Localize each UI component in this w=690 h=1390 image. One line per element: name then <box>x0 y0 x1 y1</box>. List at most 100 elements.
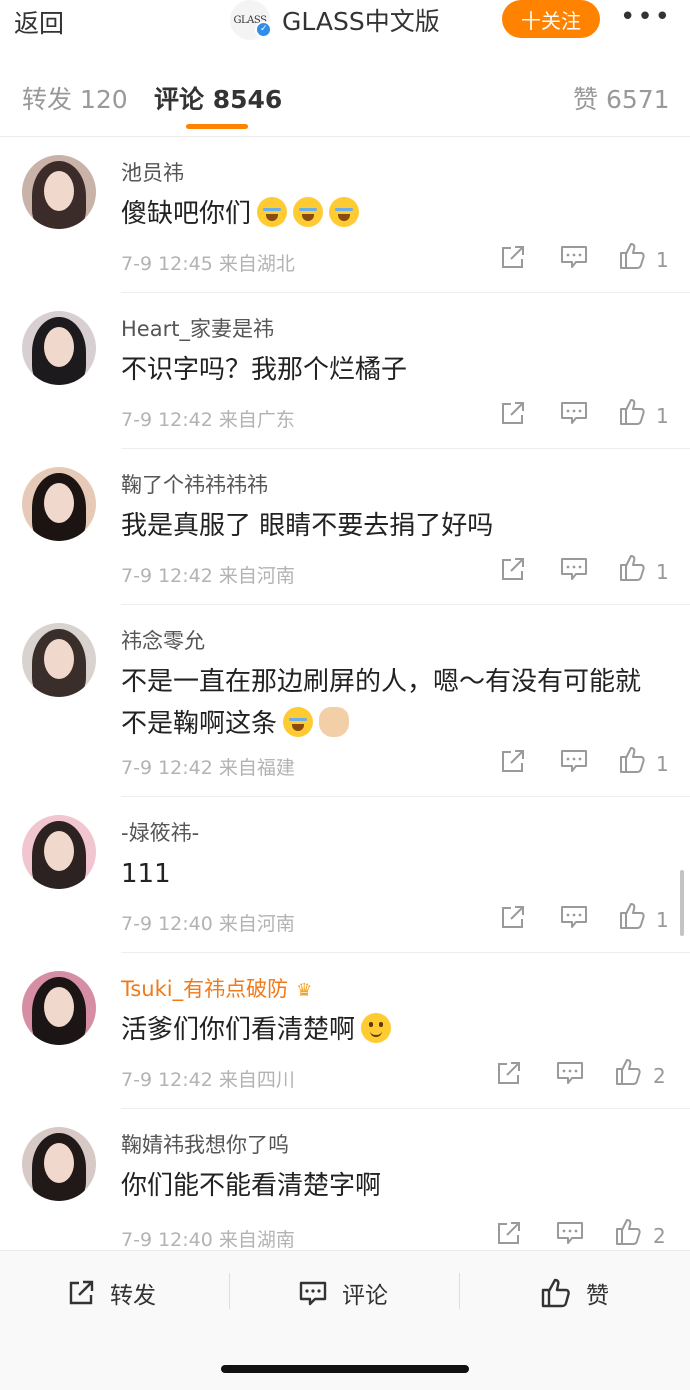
reply-icon[interactable] <box>560 244 588 274</box>
comment-label: 评论 <box>342 1283 388 1309</box>
reply-icon[interactable] <box>560 400 588 430</box>
laugh-cry-emoji-icon <box>257 197 288 227</box>
comment-username[interactable]: 池员祎 <box>121 157 184 187</box>
comment-text: 我是真服了 眼睛不要去捐了好吗 <box>121 505 661 547</box>
thumbs-up-icon[interactable] <box>614 1217 644 1251</box>
scrollbar[interactable] <box>680 870 684 936</box>
reply-icon[interactable] <box>560 556 588 586</box>
back-button[interactable]: 返回 <box>14 4 64 40</box>
avatar-face <box>44 831 74 871</box>
comment-text-content: 不识字吗？我那个烂橘子 <box>121 355 408 385</box>
comment-item[interactable]: 鞠婧祎我想你了呜你们能不能看清楚字啊 7-9 12:40 来自湖南 2 <box>0 1109 690 1269</box>
comment-item[interactable]: -娽筱祎- 111 7-9 12:40 来自河南 1 <box>0 797 690 953</box>
comment-username[interactable]: 鞠婧祎我想你了呜 <box>121 1129 289 1159</box>
comment-text-content: 不是一直在那边刷屏的人，嗯～有没有可能就不是鞠啊这条 <box>121 667 642 739</box>
vip-crown-icon: ♛ <box>296 980 313 1001</box>
comment-text: 111 <box>121 853 661 895</box>
reply-icon[interactable] <box>556 1060 584 1090</box>
laugh-cry-emoji-icon <box>283 707 314 737</box>
ok-hand-emoji-icon <box>319 707 350 737</box>
reply-icon[interactable] <box>560 748 588 778</box>
share-icon[interactable] <box>500 556 526 586</box>
like-button[interactable]: 赞 <box>540 1275 609 1311</box>
comment-item[interactable]: Tsuki_有祎点破防 ♛ 活爹们你们看清楚啊 7-9 12:42 来自四川 2 <box>0 953 690 1109</box>
comment-meta: 7-9 12:42 来自广东 <box>121 409 295 431</box>
share-icon[interactable] <box>496 1060 522 1090</box>
brand-avatar[interactable]: GLASS ✓ <box>230 0 272 40</box>
comment-item[interactable]: 鞠了个祎祎祎祎我是真服了 眼睛不要去捐了好吗 7-9 12:42 来自河南 1 <box>0 449 690 605</box>
tab-likes[interactable]: 赞 6571 <box>573 80 670 116</box>
thumbs-up-icon[interactable] <box>618 901 648 935</box>
comment-text: 你们能不能看清楚字啊 <box>121 1165 661 1207</box>
comment-username[interactable]: 鞠了个祎祎祎祎 <box>121 469 268 499</box>
like-count: 2 <box>653 1224 666 1248</box>
comment-text: 傻缺吧你们 <box>121 193 661 235</box>
divider <box>459 1273 460 1309</box>
avatar-face <box>44 483 74 523</box>
like-count: 1 <box>656 248 669 272</box>
like-count: 1 <box>656 908 669 932</box>
user-avatar[interactable] <box>22 467 96 541</box>
thumbs-up-icon[interactable] <box>618 241 648 275</box>
like-count: 1 <box>656 752 669 776</box>
thumbs-up-icon[interactable] <box>614 1057 644 1091</box>
share-icon[interactable] <box>500 748 526 778</box>
share-icon[interactable] <box>496 1220 522 1250</box>
comment-item[interactable]: 祎念零允 不是一直在那边刷屏的人，嗯～有没有可能就不是鞠啊这条 7-9 12:42 … <box>0 605 690 797</box>
like-count: 1 <box>656 404 669 428</box>
thumbs-up-icon[interactable] <box>618 553 648 587</box>
comment-username[interactable]: Heart_家妻是祎 <box>121 313 274 343</box>
avatar-face <box>44 327 74 367</box>
share-icon[interactable] <box>500 904 526 934</box>
home-indicator[interactable] <box>221 1365 469 1373</box>
comment-meta: 7-9 12:45 来自湖北 <box>121 253 295 275</box>
username-text: Heart_家妻是祎 <box>121 317 274 341</box>
user-avatar[interactable] <box>22 155 96 229</box>
tab-comments[interactable]: 评论 8546 <box>154 80 282 116</box>
user-avatar[interactable] <box>22 815 96 889</box>
comment-text-content: 活爹们你们看清楚啊 <box>121 1015 356 1045</box>
follow-button[interactable]: 十关注 <box>502 0 600 38</box>
brand-name[interactable]: GLASS中文版 <box>282 2 440 38</box>
tab-repost[interactable]: 转发 120 <box>22 80 128 116</box>
comment-username[interactable]: Tsuki_有祎点破防 ♛ <box>121 973 312 1003</box>
thumbs-up-icon[interactable] <box>618 397 648 431</box>
like-label: 赞 <box>586 1283 609 1309</box>
repost-button[interactable]: 转发 <box>66 1275 156 1311</box>
smile-emoji-icon <box>361 1013 392 1043</box>
like-count: 2 <box>653 1064 666 1088</box>
share-icon <box>69 1280 94 1305</box>
share-icon[interactable] <box>500 400 526 430</box>
comment-meta: 7-9 12:42 来自河南 <box>121 565 295 587</box>
like-count: 1 <box>656 560 669 584</box>
username-text: -娽筱祎- <box>121 821 200 845</box>
user-avatar[interactable] <box>22 623 96 697</box>
comment-text-content: 111 <box>121 859 171 889</box>
thumbs-up-icon[interactable] <box>618 745 648 779</box>
comment-username[interactable]: -娽筱祎- <box>121 817 199 847</box>
avatar-face <box>44 639 74 679</box>
share-icon[interactable] <box>500 244 526 274</box>
laugh-cry-emoji-icon <box>329 197 360 227</box>
user-avatar[interactable] <box>22 971 96 1045</box>
comment-meta: 7-9 12:40 来自湖南 <box>121 1229 295 1251</box>
verified-badge-icon: ✓ <box>255 21 272 38</box>
user-avatar[interactable] <box>22 311 96 385</box>
comment-icon <box>299 1281 327 1306</box>
comment-username[interactable]: 祎念零允 <box>121 625 205 655</box>
avatar-face <box>44 171 74 211</box>
account-brand[interactable]: GLASS ✓ GLASS中文版 <box>230 0 440 40</box>
comment-text-content: 你们能不能看清楚字啊 <box>121 1171 382 1201</box>
reply-icon[interactable] <box>556 1220 584 1250</box>
more-options-icon[interactable]: ••• <box>620 2 670 32</box>
repost-label: 转发 <box>110 1283 156 1309</box>
reply-icon[interactable] <box>560 904 588 934</box>
user-avatar[interactable] <box>22 1127 96 1201</box>
username-text: 鞠了个祎祎祎祎 <box>121 473 268 497</box>
username-text: 鞠婧祎我想你了呜 <box>121 1133 289 1157</box>
comment-item[interactable]: 池员祎傻缺吧你们 7-9 12:45 来自湖北 1 <box>0 137 690 293</box>
comment-button[interactable]: 评论 <box>298 1275 388 1311</box>
username-text: Tsuki_有祎点破防 <box>121 977 289 1001</box>
avatar-face <box>44 1143 74 1183</box>
comment-item[interactable]: Heart_家妻是祎不识字吗？我那个烂橘子 7-9 12:42 来自广东 1 <box>0 293 690 449</box>
